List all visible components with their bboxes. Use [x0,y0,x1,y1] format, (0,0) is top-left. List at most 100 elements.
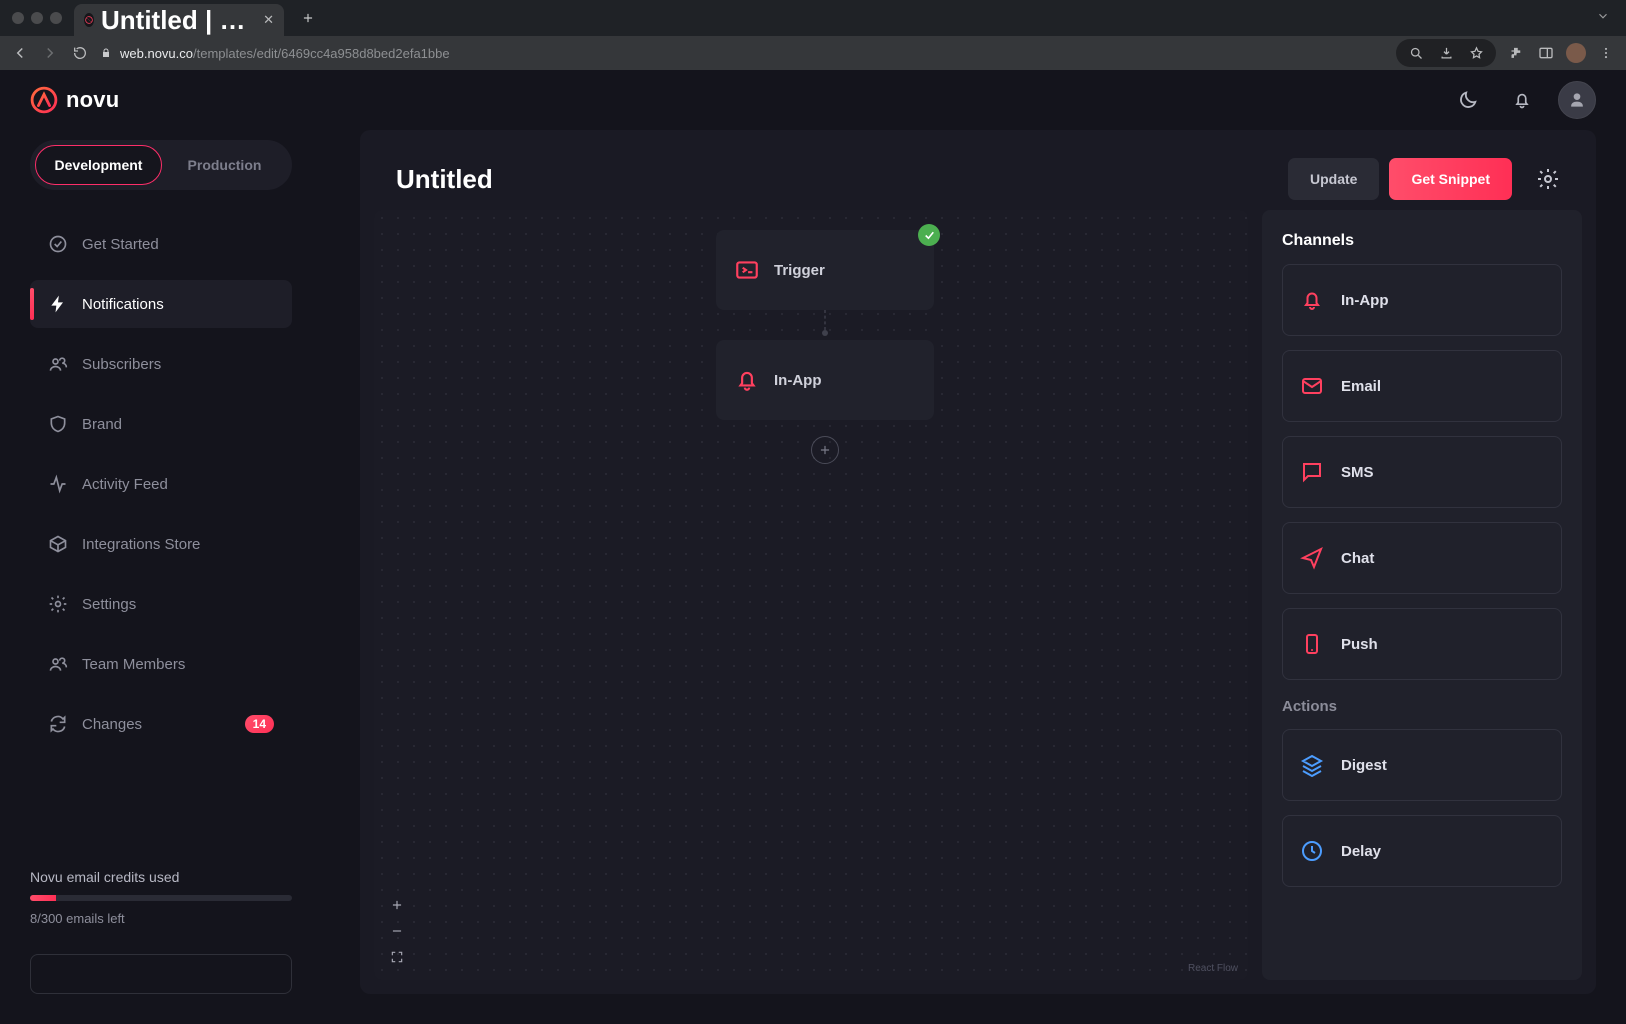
shield-icon [48,414,68,434]
channel-email[interactable]: Email [1282,350,1562,422]
workflow-canvas[interactable]: Trigger In-App [374,210,1248,980]
panel-heading-actions: Actions [1282,698,1562,715]
connector [825,310,826,330]
node-label: Trigger [774,262,825,279]
sidebar-item-label: Subscribers [82,356,161,373]
credits-left: 8/300 emails left [30,911,292,926]
sidebar-item-label: Integrations Store [82,536,200,553]
check-circle-icon [48,234,68,254]
panel-item-label: Chat [1341,550,1374,567]
browser-menu-icon[interactable] [1596,43,1616,63]
tab-overflow-button[interactable] [1596,9,1610,28]
tab-title: Untitled | Novu Manage Platfor [101,5,255,36]
zoom-in-button[interactable] [386,894,408,916]
users-icon [48,354,68,374]
address-bar[interactable]: web.novu.co/templates/edit/6469cc4a958d8… [100,39,450,67]
channel-sms[interactable]: SMS [1282,436,1562,508]
check-icon [918,224,940,246]
node-in-app[interactable]: In-App [716,340,934,420]
env-production[interactable]: Production [162,145,287,185]
sidebar-item-label: Team Members [82,656,185,673]
sidebar-item-label: Activity Feed [82,476,168,493]
team-icon [48,654,68,674]
credits-progress [30,895,292,901]
favicon-icon [84,13,94,27]
panel-item-label: SMS [1341,464,1374,481]
sync-icon [48,714,68,734]
install-icon[interactable] [1436,43,1456,63]
sidebar-item-activity-feed[interactable]: Activity Feed [30,460,292,508]
side-panel: Channels In-App Email SMS [1262,210,1582,980]
channel-in-app[interactable]: In-App [1282,264,1562,336]
layers-icon [1299,752,1325,778]
sidebar-item-changes[interactable]: Changes 14 [30,700,292,748]
workflow-settings-button[interactable] [1536,167,1560,191]
theme-toggle-button[interactable] [1450,82,1486,118]
window-traffic-lights[interactable] [12,12,62,24]
sidebar-item-subscribers[interactable]: Subscribers [30,340,292,388]
moon-icon [1457,89,1479,111]
sidebar-item-team-members[interactable]: Team Members [30,640,292,688]
chat-icon [1299,459,1325,485]
send-icon [1299,545,1325,571]
bell-icon [734,367,760,393]
extensions-icon[interactable] [1506,43,1526,63]
sidebar-item-label: Changes [82,716,142,733]
novu-logo-icon [30,86,58,114]
changes-badge: 14 [245,715,274,733]
sidebar-item-integrations[interactable]: Integrations Store [30,520,292,568]
node-trigger[interactable]: Trigger [716,230,934,310]
bookmark-icon[interactable] [1466,43,1486,63]
back-button[interactable] [10,43,30,63]
action-digest[interactable]: Digest [1282,729,1562,801]
new-tab-button[interactable] [294,4,322,32]
add-step-button[interactable] [811,436,839,464]
profile-avatar[interactable] [1566,43,1586,63]
page-title: Untitled [396,164,493,195]
panel-icon[interactable] [1536,43,1556,63]
sidebar-item-get-started[interactable]: Get Started [30,220,292,268]
sidebar-item-label: Settings [82,596,136,613]
sidebar-item-settings[interactable]: Settings [30,580,292,628]
url-host: web.novu.co [120,46,193,61]
env-development[interactable]: Development [35,145,162,185]
sidebar-item-notifications[interactable]: Notifications [30,280,292,328]
bell-icon [1299,287,1325,313]
panel-item-label: Email [1341,378,1381,395]
browser-tab[interactable]: Untitled | Novu Manage Platfor ✕ [74,4,284,36]
forward-button[interactable] [40,43,60,63]
channel-chat[interactable]: Chat [1282,522,1562,594]
plus-icon [818,443,832,457]
gear-icon [48,594,68,614]
bolt-icon [48,294,68,314]
sidebar-item-brand[interactable]: Brand [30,400,292,448]
url-path: /templates/edit/6469cc4a958d8bed2efa1bbe [193,46,450,61]
user-avatar[interactable] [1558,81,1596,119]
action-delay[interactable]: Delay [1282,815,1562,887]
environment-toggle: Development Production [30,140,292,190]
reload-button[interactable] [70,43,90,63]
brand-logo[interactable]: novu [30,86,119,114]
get-snippet-button[interactable]: Get Snippet [1389,158,1512,200]
zoom-out-button[interactable] [386,920,408,942]
brand-name: novu [66,87,119,113]
close-tab-icon[interactable]: ✕ [263,12,274,28]
panel-item-label: Digest [1341,757,1387,774]
activity-icon [48,474,68,494]
fit-view-button[interactable] [386,946,408,968]
mail-icon [1299,373,1325,399]
bell-icon [1512,90,1532,110]
react-flow-attribution: React Flow [1188,963,1238,974]
zoom-controls [386,894,408,968]
panel-item-label: In-App [1341,292,1388,309]
upgrade-box[interactable] [30,954,292,994]
notifications-button[interactable] [1504,82,1540,118]
update-button[interactable]: Update [1288,158,1379,200]
box-icon [48,534,68,554]
zoom-icon[interactable] [1406,43,1426,63]
node-label: In-App [774,372,821,389]
channel-push[interactable]: Push [1282,608,1562,680]
sidebar-item-label: Get Started [82,236,159,253]
clock-icon [1299,838,1325,864]
sidebar-item-label: Notifications [82,296,164,313]
